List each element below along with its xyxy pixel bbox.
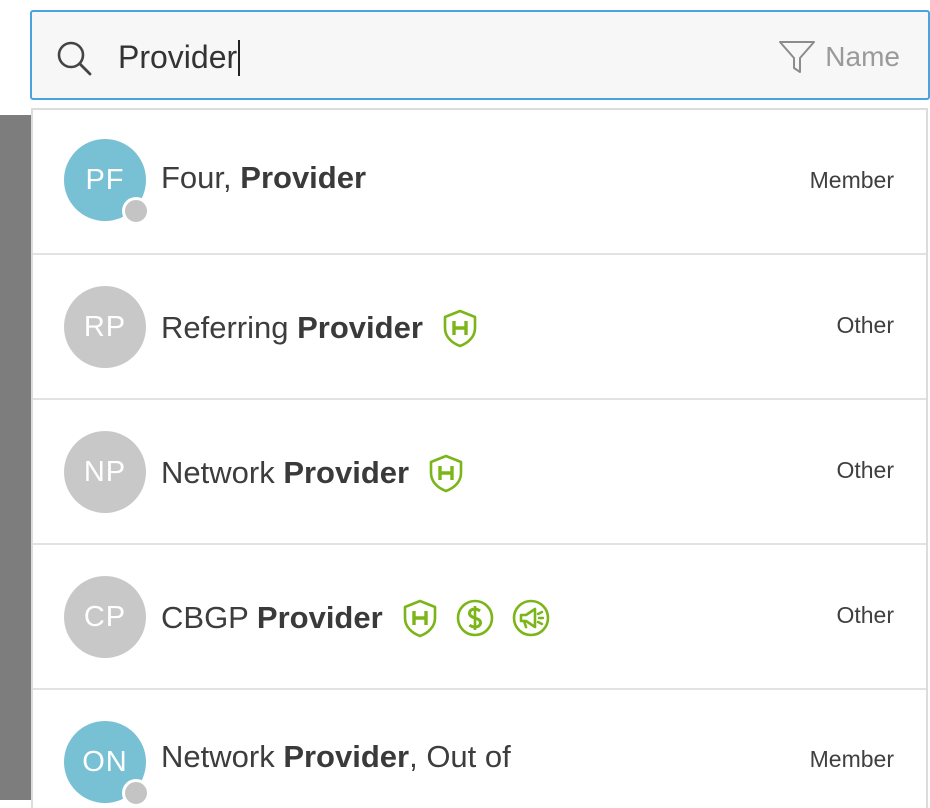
name-suffix: , Out of (409, 739, 511, 774)
name-match: Provider (283, 455, 410, 490)
result-row[interactable]: CP CBGP Provider Other (33, 545, 926, 690)
avatar-initials: RP (83, 310, 127, 343)
name-prefix: Network (161, 739, 284, 774)
badge-group (427, 453, 465, 493)
result-name: Referring Provider (161, 308, 479, 348)
presence-indicator (122, 197, 150, 225)
results-list: PF Four, Provider Member RP Referring Pr… (31, 108, 928, 808)
name-match: Provider (283, 739, 410, 774)
avatar: CP (64, 576, 146, 658)
result-name: Network Provider (161, 453, 465, 493)
filter-button[interactable]: Name (777, 36, 900, 78)
name-prefix: Referring (161, 310, 298, 345)
shield-h-icon (443, 309, 477, 348)
role-label: Other (836, 312, 894, 338)
result-name: Network Provider, Out of (161, 739, 511, 775)
shield-h-icon (403, 599, 436, 638)
role-label: Other (836, 602, 894, 628)
search-bar[interactable]: Provider Name (30, 10, 930, 100)
megaphone-icon (512, 599, 549, 637)
avatar-initials: NP (83, 455, 127, 488)
background-panel-edge (0, 115, 31, 800)
avatar-initials: ON (82, 745, 128, 778)
role-label: Member (809, 167, 894, 193)
role-label: Other (836, 457, 894, 483)
search-query-text: Provider (118, 39, 238, 75)
badge-group (441, 308, 479, 348)
result-row[interactable]: ON Network Provider, Out of Member (33, 690, 926, 808)
role-label: Member (809, 746, 894, 772)
name-match: Provider (240, 160, 367, 195)
name-prefix: Four, (161, 160, 241, 195)
filter-label: Name (825, 41, 900, 72)
badge-group (401, 598, 551, 638)
search-icon (57, 41, 92, 76)
name-match: Provider (297, 310, 423, 345)
result-row[interactable]: NP Network Provider Other (33, 400, 926, 545)
presence-indicator (122, 779, 150, 807)
search-input[interactable]: Provider (118, 37, 241, 77)
text-caret (238, 39, 241, 76)
result-name: Four, Provider (161, 160, 366, 196)
shield-h-icon (429, 454, 463, 493)
result-row[interactable]: RP Referring Provider Other (33, 255, 926, 400)
avatar-initials: PF (85, 163, 125, 196)
avatar: NP (64, 431, 146, 513)
result-name: CBGP Provider (161, 598, 551, 638)
name-prefix: Network (161, 455, 284, 490)
funnel-icon (779, 41, 816, 73)
name-prefix: CBGP (161, 600, 257, 635)
avatar: ON (64, 721, 150, 807)
dollar-icon (456, 599, 493, 637)
avatar-initials: CP (83, 600, 127, 633)
result-row[interactable]: PF Four, Provider Member (33, 110, 926, 255)
avatar: RP (64, 286, 146, 368)
name-match: Provider (256, 600, 383, 635)
avatar: PF (64, 139, 150, 225)
